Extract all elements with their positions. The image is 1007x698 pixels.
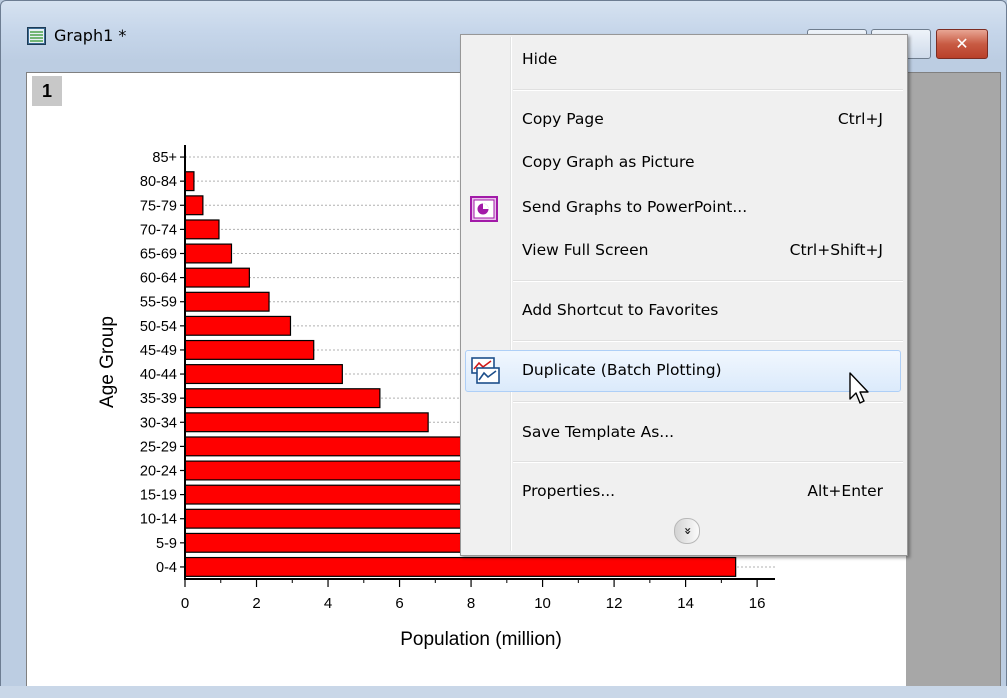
menu-item-label: Copy Page [522, 110, 604, 128]
chart-bar [184, 364, 343, 385]
y-tick-label: 85+ [152, 150, 177, 166]
chart-bar [184, 556, 737, 577]
x-tick-label: 0 [181, 595, 189, 612]
y-tick-label: 50-54 [140, 319, 177, 335]
chart-bar [184, 315, 292, 336]
duplicate-icon [471, 357, 500, 384]
chart-bar [184, 388, 381, 409]
menu-item-label: Copy Graph as Picture [522, 153, 695, 171]
menu-item-properties[interactable]: Properties... Alt+Enter [461, 471, 907, 513]
y-tick-label: 5-9 [156, 536, 177, 552]
chart-bar [184, 171, 195, 192]
chart-bar [184, 219, 220, 240]
menu-item-view-full-screen[interactable]: View Full Screen Ctrl+Shift+J [461, 230, 907, 272]
x-tick-label: 12 [606, 595, 623, 612]
chart-bar [184, 412, 429, 433]
y-tick-label: 0-4 [156, 560, 177, 576]
menu-item-copy-graph-as-picture[interactable]: Copy Graph as Picture [461, 142, 907, 184]
x-tick-label: 16 [749, 595, 766, 612]
menu-item-send-graphs-to-powerpoint[interactable]: Send Graphs to PowerPoint... [461, 187, 907, 229]
menu-item-hide[interactable]: Hide [461, 39, 907, 81]
x-tick-label: 10 [534, 595, 551, 612]
chart-bar [184, 267, 250, 288]
context-menu: Hide Copy Page Ctrl+J Copy Graph as Pict… [460, 34, 908, 556]
menu-item-label: View Full Screen [522, 241, 649, 259]
x-axis-title: Population (million) [400, 629, 562, 650]
arrow-cursor-icon [849, 372, 869, 404]
menu-separator [513, 401, 903, 403]
y-tick-label: 20-24 [140, 464, 177, 480]
y-tick-label: 80-84 [140, 174, 177, 190]
y-tick-label: 40-44 [140, 367, 177, 383]
x-tick-label: 2 [252, 595, 260, 612]
chart-bar [184, 195, 204, 216]
y-tick-label: 45-49 [140, 343, 177, 359]
y-tick-label: 70-74 [140, 222, 177, 238]
menu-separator [513, 340, 903, 342]
x-tick-label: 4 [324, 595, 332, 612]
menu-item-label: Duplicate (Batch Plotting) [522, 361, 722, 379]
menu-item-add-shortcut-to-favorites[interactable]: Add Shortcut to Favorites [461, 290, 907, 332]
menu-item-label: Add Shortcut to Favorites [522, 301, 719, 319]
menu-item-label: Save Template As... [522, 423, 675, 441]
menu-item-label: Properties... [522, 482, 616, 500]
y-tick-label: 60-64 [140, 271, 177, 287]
menu-item-shortcut: Ctrl+Shift+J [789, 241, 883, 259]
menu-item-copy-page[interactable]: Copy Page Ctrl+J [461, 99, 907, 141]
y-tick-label: 35-39 [140, 391, 177, 407]
expand-more-icon[interactable]: » [674, 518, 700, 544]
y-axis-title: Age Group [97, 316, 118, 408]
powerpoint-icon [470, 196, 498, 222]
y-tick-label: 25-29 [140, 439, 177, 455]
menu-item-label: Hide [522, 50, 558, 68]
y-tick-label: 30-34 [140, 415, 177, 431]
y-tick-label: 15-19 [140, 488, 177, 504]
menu-item-duplicate-batch-plotting[interactable]: Duplicate (Batch Plotting) [465, 350, 901, 392]
x-tick-label: 14 [677, 595, 694, 612]
y-tick-label: 75-79 [140, 198, 177, 214]
chart-bar [184, 291, 270, 312]
y-tick-label: 65-69 [140, 247, 177, 263]
menu-item-label: Send Graphs to PowerPoint... [522, 198, 748, 216]
x-tick-label: 8 [467, 595, 475, 612]
menu-separator [513, 89, 903, 91]
chart-bar [184, 436, 494, 457]
menu-item-save-template-as[interactable]: Save Template As... [461, 412, 907, 454]
menu-item-shortcut: Alt+Enter [807, 482, 883, 500]
menu-separator [513, 280, 903, 282]
y-tick-label: 55-59 [140, 295, 177, 311]
menu-separator [513, 461, 903, 463]
chart-bar [184, 243, 233, 264]
chart-bar [184, 339, 315, 360]
x-tick-label: 6 [395, 595, 403, 612]
menu-item-shortcut: Ctrl+J [837, 110, 883, 128]
y-tick-label: 10-14 [140, 512, 177, 528]
